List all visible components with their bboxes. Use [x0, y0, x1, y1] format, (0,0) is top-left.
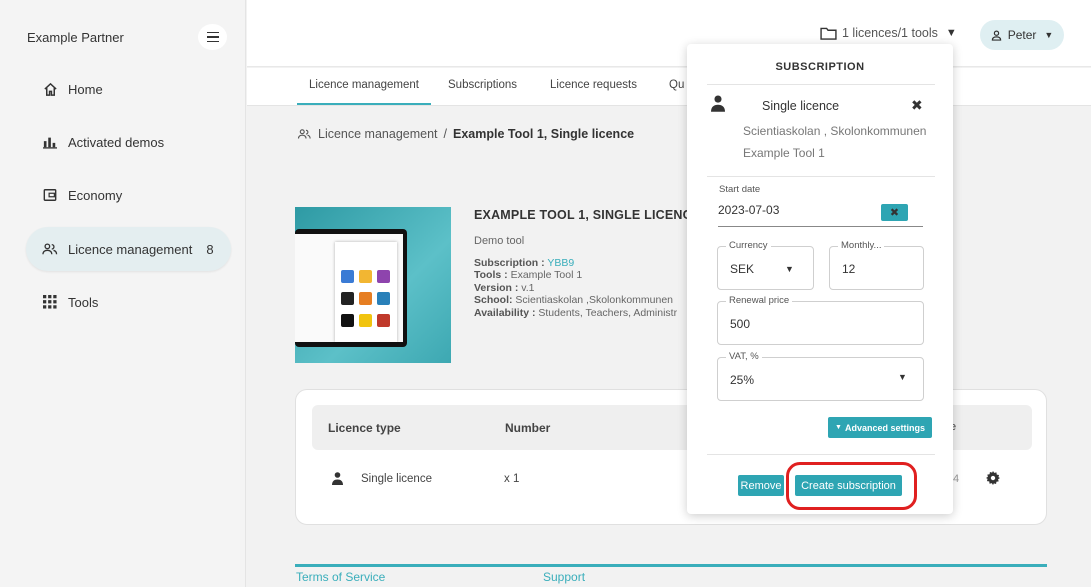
availability-label: Availability :: [474, 306, 536, 319]
tool-type: Demo tool: [474, 235, 525, 247]
sidebar-item-activated-demos[interactable]: Activated demos: [26, 120, 231, 164]
subscription-code-link[interactable]: YBB9: [547, 257, 574, 269]
chevron-down-icon: ▼: [1044, 30, 1054, 40]
version-label: Version :: [474, 281, 519, 294]
tab-licence-requests[interactable]: Licence requests: [550, 79, 637, 91]
sidebar-item-licence-management[interactable]: Licence management 8: [26, 227, 231, 271]
breadcrumb-separator: /: [443, 127, 448, 141]
monthly-price-input[interactable]: Monthly... 12: [829, 240, 924, 290]
column-header: Number: [505, 421, 551, 435]
popup-title: SUBSCRIPTION: [775, 61, 865, 73]
users-icon: [42, 241, 58, 257]
support-link[interactable]: Support: [543, 570, 585, 584]
footer-divider: [295, 564, 1047, 567]
monthly-value: 12: [842, 262, 856, 276]
remove-button[interactable]: Remove: [738, 475, 784, 496]
popup-licence-name: Single licence: [762, 99, 840, 113]
sidebar-item-label: Licence management: [68, 241, 193, 257]
popup-school: Scientiaskolan , Skolonkommunen: [743, 124, 927, 138]
currency-select[interactable]: Currency SEK ▼: [717, 240, 814, 290]
highlight-annotation: [786, 462, 917, 510]
caret-down-icon: ▼: [898, 372, 907, 382]
school-value: Scientiaskolan ,Skolonkommunen: [515, 294, 674, 306]
sidebar-item-economy[interactable]: Economy: [26, 173, 231, 217]
availability-value: Students, Teachers, Administr: [538, 306, 678, 319]
tab-licence-management[interactable]: Licence management: [297, 79, 431, 105]
caret-down-icon: ▼: [785, 264, 794, 274]
monthly-label: Monthly...: [838, 240, 885, 251]
user-icon: [711, 95, 725, 112]
caret-down-icon: ▼: [835, 424, 842, 431]
user-icon: [991, 30, 1001, 41]
home-icon: [42, 81, 58, 97]
tool-details: Demo tool Subscription : YBB9 Tools : Ex…: [474, 235, 677, 319]
currency-value: SEK: [730, 262, 755, 276]
advanced-settings-label: Advanced settings: [844, 422, 925, 433]
licence-type-cell: Single licence: [361, 473, 432, 485]
sidebar-item-label: Activated demos: [68, 134, 165, 150]
tools-value: Example Tool 1: [510, 269, 583, 281]
bar-chart-icon: [42, 134, 58, 150]
sidebar-item-tools[interactable]: Tools: [26, 280, 231, 324]
start-date-input[interactable]: 2023-07-03: [718, 203, 779, 217]
breadcrumb-current: Example Tool 1, Single licence: [453, 127, 635, 141]
tool-title: EXAMPLE TOOL 1, SINGLE LICENCE: [474, 208, 701, 222]
brand-name: Example Partner: [27, 30, 124, 45]
subscription-popup: SUBSCRIPTION Single licence ✖ Scientiask…: [687, 44, 953, 514]
users-icon: [297, 129, 311, 139]
licences-summary: 1 licences/1 tools: [842, 26, 938, 40]
subscription-label: Subscription :: [474, 256, 545, 269]
tab-bar: Licence management Subscriptions Licence…: [247, 68, 1091, 106]
breadcrumb: Licence management / Example Tool 1, Sin…: [297, 127, 634, 141]
user-menu[interactable]: Peter ▼: [980, 20, 1064, 50]
renewal-label: Renewal price: [726, 295, 793, 306]
top-bar: 1 licences/1 tools ▼ Peter ▼: [247, 0, 1091, 67]
licences-dropdown[interactable]: 1 licences/1 tools ▼: [820, 26, 957, 40]
menu-toggle-icon[interactable]: [198, 24, 227, 50]
terms-link[interactable]: Terms of Service: [296, 570, 385, 584]
sidebar-item-home[interactable]: Home: [26, 67, 231, 111]
user-icon: [332, 472, 343, 485]
sidebar-item-label: Home: [68, 81, 103, 97]
renewal-price-input[interactable]: Renewal price 500: [717, 295, 924, 345]
tab-quotes[interactable]: Qu: [669, 79, 684, 91]
advanced-settings-button[interactable]: ▼ Advanced settings: [828, 417, 932, 438]
chevron-down-icon: ▼: [945, 27, 957, 39]
clear-date-button[interactable]: ✖: [881, 204, 908, 221]
school-label: School:: [474, 294, 513, 306]
sidebar: Example Partner Home Activated demos Eco…: [0, 0, 246, 587]
start-date-label: Start date: [719, 184, 761, 195]
renewal-value: 500: [730, 317, 751, 331]
close-icon[interactable]: ✖: [911, 97, 923, 114]
tab-subscriptions[interactable]: Subscriptions: [448, 79, 517, 91]
partial-cell: 4: [953, 473, 960, 485]
vat-value: 25%: [730, 373, 755, 387]
user-name: Peter: [1007, 28, 1037, 42]
tool-thumbnail: [295, 207, 451, 363]
folder-icon: [820, 27, 837, 40]
column-header: Licence type: [328, 421, 401, 435]
gear-icon[interactable]: [986, 471, 1000, 485]
vat-select[interactable]: VAT, % 25% ▼: [717, 351, 924, 401]
sidebar-item-count: 8: [206, 241, 214, 257]
version-value: v.1: [521, 281, 535, 294]
number-cell: x 1: [504, 473, 520, 485]
vat-label: VAT, %: [726, 351, 762, 362]
popup-tool: Example Tool 1: [743, 146, 825, 160]
breadcrumb-root[interactable]: Licence management: [318, 127, 438, 141]
tools-label: Tools :: [474, 269, 508, 281]
sidebar-item-label: Economy: [68, 187, 123, 203]
wallet-icon: [42, 187, 58, 203]
currency-label: Currency: [726, 240, 771, 251]
grid-icon: [42, 294, 58, 310]
sidebar-item-label: Tools: [68, 294, 99, 310]
